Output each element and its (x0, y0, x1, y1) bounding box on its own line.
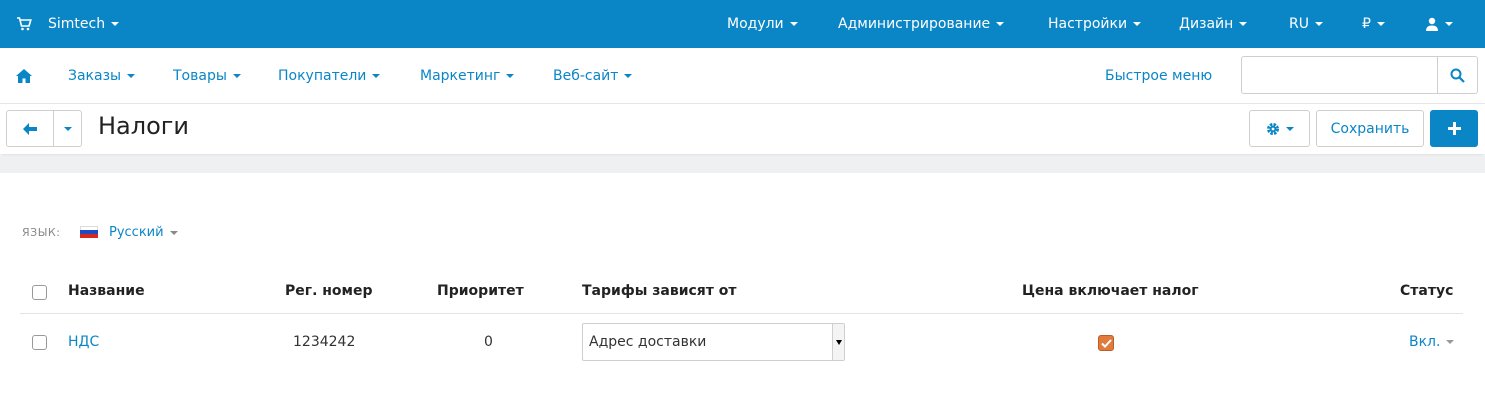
menu-language-label: RU (1289, 16, 1309, 32)
select-all-checkbox[interactable] (32, 285, 47, 300)
select-arrow (832, 324, 844, 360)
menu-currency-label: ₽ (1362, 16, 1371, 32)
menu-user[interactable] (1425, 0, 1453, 48)
chevron-down-icon (1285, 126, 1294, 131)
status-dropdown[interactable]: Вкл. (1409, 334, 1455, 350)
home-icon (16, 69, 32, 83)
language-value: Русский (109, 225, 164, 240)
quick-menu-label: Быстрое меню (1105, 68, 1213, 84)
brand-label: Simtech (48, 16, 106, 32)
chevron-down-icon (1239, 22, 1248, 26)
page-title: Налоги (98, 112, 189, 140)
search-box (1241, 56, 1478, 94)
nav-products-label: Товары (173, 68, 227, 84)
quick-menu-link[interactable]: Быстрое меню (1105, 48, 1212, 104)
nav-customers-label: Покупатели (278, 68, 367, 84)
column-header-price-includes-tax: Цена включает налог (1022, 283, 1199, 299)
nav-marketing-label: Маркетинг (420, 68, 501, 84)
search-button[interactable] (1437, 57, 1477, 93)
nav-orders[interactable]: Заказы (68, 48, 136, 104)
column-header-name[interactable]: Название (68, 283, 145, 299)
user-icon (1426, 17, 1438, 31)
menu-currency[interactable]: ₽ (1362, 0, 1385, 48)
settings-dropdown-button[interactable] (1249, 110, 1310, 147)
tax-priority: 0 (484, 334, 493, 350)
nav-website-label: Веб-сайт (553, 68, 619, 84)
chevron-down-icon (624, 74, 633, 78)
rates-depend-on-select[interactable]: Адрес доставки (582, 323, 845, 361)
home-link[interactable] (16, 48, 32, 104)
chevron-down-icon (169, 230, 178, 235)
nav-customers[interactable]: Покупатели (278, 48, 381, 104)
chevron-down-icon (506, 74, 515, 78)
column-header-priority[interactable]: Приоритет (437, 283, 524, 299)
nav-products[interactable]: Товары (173, 48, 241, 104)
column-header-reg-number[interactable]: Рег. номер (285, 283, 373, 299)
chevron-down-icon (1446, 340, 1455, 344)
plus-icon (1447, 122, 1461, 135)
chevron-down-icon (232, 74, 241, 78)
menu-design-label: Дизайн (1179, 16, 1234, 32)
tax-reg-number: 1234242 (293, 334, 356, 350)
row-checkbox[interactable] (32, 335, 47, 350)
cart-icon (17, 17, 32, 31)
chevron-down-icon (996, 22, 1005, 26)
nav-orders-label: Заказы (68, 68, 122, 84)
save-button-label: Сохранить (1330, 120, 1410, 137)
status-value: Вкл. (1409, 334, 1441, 350)
chevron-down-icon (111, 22, 120, 26)
back-button[interactable] (6, 110, 54, 147)
toolbar-separator (0, 156, 1485, 173)
language-label: ЯЗЫК: (22, 226, 61, 239)
russian-flag-icon (80, 226, 98, 238)
column-header-status: Статус (1400, 283, 1454, 299)
gear-icon (1266, 122, 1279, 135)
price-includes-tax-checkbox[interactable] (1098, 335, 1114, 351)
add-button[interactable] (1430, 110, 1478, 147)
back-dropdown-button[interactable] (53, 110, 82, 147)
menu-modules-label: Модули (727, 16, 784, 32)
menu-modules[interactable]: Модули (727, 0, 798, 48)
chevron-down-icon (1133, 22, 1142, 26)
chevron-down-icon (372, 74, 381, 78)
chevron-down-icon (63, 126, 72, 131)
menu-administration-label: Администрирование (838, 16, 991, 32)
checkmark-icon (1100, 338, 1112, 348)
arrow-left-icon (23, 122, 37, 135)
chevron-down-icon (789, 22, 798, 26)
menu-design[interactable]: Дизайн (1179, 0, 1248, 48)
menu-language[interactable]: RU (1289, 0, 1323, 48)
search-icon (1450, 68, 1465, 83)
menu-administration[interactable]: Администрирование (838, 0, 1005, 48)
chevron-down-icon (127, 74, 136, 78)
rates-depend-on-value: Адрес доставки (589, 334, 707, 350)
tax-name-link[interactable]: НДС (68, 334, 99, 350)
chevron-down-icon (1445, 22, 1453, 26)
language-selector[interactable]: Русский (109, 225, 178, 240)
save-button[interactable]: Сохранить (1316, 110, 1424, 147)
caret-down-icon (835, 339, 842, 345)
menu-settings[interactable]: Настройки (1048, 0, 1142, 48)
search-input[interactable] (1242, 57, 1438, 93)
nav-marketing[interactable]: Маркетинг (420, 48, 515, 104)
store-switcher[interactable]: Simtech (16, 0, 120, 48)
chevron-down-icon (1314, 22, 1323, 26)
menu-settings-label: Настройки (1048, 16, 1128, 32)
column-header-rates-depend-on: Тарифы зависят от (582, 283, 737, 299)
table-divider (20, 313, 1463, 314)
nav-website[interactable]: Веб-сайт (553, 48, 633, 104)
chevron-down-icon (1376, 22, 1385, 26)
top-bar: Simtech Модули Администрирование Настрой… (0, 0, 1485, 48)
